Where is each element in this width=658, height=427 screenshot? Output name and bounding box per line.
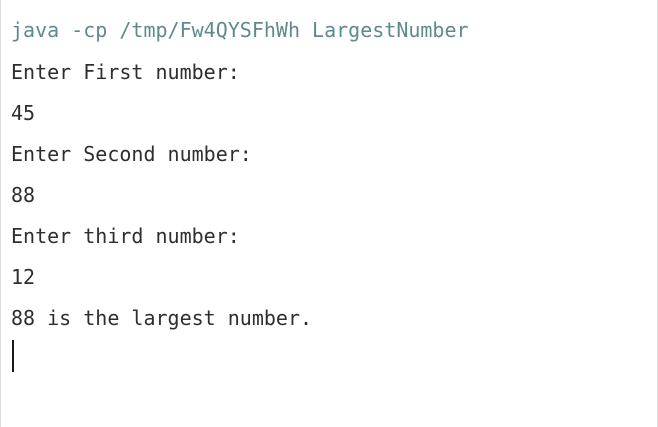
output-line-input-first: 45 bbox=[11, 101, 36, 125]
text-cursor bbox=[12, 340, 14, 372]
output-line-input-second: 88 bbox=[11, 183, 36, 207]
output-line-prompt-second: Enter Second number: bbox=[11, 142, 252, 166]
command-line: java -cp /tmp/Fw4QYSFhWh LargestNumber bbox=[11, 18, 469, 42]
output-line-input-third: 12 bbox=[11, 265, 36, 289]
output-line-result: 88 is the largest number. bbox=[11, 306, 313, 330]
output-line-prompt-third: Enter third number: bbox=[11, 224, 240, 248]
output-line-prompt-first: Enter First number: bbox=[11, 60, 240, 84]
terminal-output[interactable]: java -cp /tmp/Fw4QYSFhWh LargestNumber E… bbox=[0, 0, 658, 427]
